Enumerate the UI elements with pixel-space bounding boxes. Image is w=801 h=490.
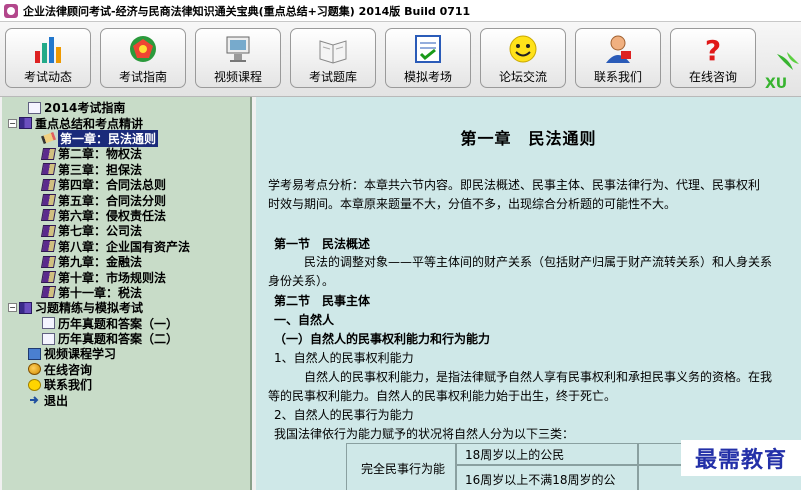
paragraph: 自然人的民事权利能力，是指法律赋予自然人享有民事权利和承担民事义务的资格。在我 bbox=[304, 370, 773, 384]
tree-item-contact-us[interactable]: 联系我们 bbox=[2, 377, 250, 392]
tree-item-chapter-11[interactable]: 第十一章：税法 bbox=[2, 285, 250, 300]
item-title: 2、自然人的民事行为能力 bbox=[274, 408, 414, 422]
tree-item-chapter-5[interactable]: 第五章：合同法分则 bbox=[2, 192, 250, 208]
book-icon bbox=[19, 301, 32, 314]
question-icon: ? bbox=[670, 32, 756, 66]
svg-text:?: ? bbox=[705, 34, 721, 65]
document-icon bbox=[28, 101, 41, 114]
tree-item-exam-guide[interactable]: 2014考试指南 bbox=[2, 100, 250, 115]
paragraph: 民法的调整对象——平等主体间的财产关系（包括财产归属于财产流转关系）和人身关系 bbox=[304, 255, 773, 269]
tree-item-video-study[interactable]: 视频课程学习 bbox=[2, 346, 250, 361]
smiley-icon bbox=[28, 378, 41, 391]
tree-item-past-papers-2[interactable]: 历年真题和答案（二） bbox=[2, 331, 250, 346]
section-title: 第一节 民法概述 bbox=[274, 237, 371, 251]
video-course-button[interactable]: 视频课程 bbox=[195, 28, 281, 88]
subsection-title: 一、自然人 bbox=[274, 313, 335, 327]
tree-item-chapter-9[interactable]: 第九章：金融法 bbox=[2, 254, 250, 269]
svg-text:XU: XU bbox=[765, 76, 787, 90]
book-icon bbox=[40, 240, 57, 253]
online-consult-button[interactable]: ? 在线咨询 bbox=[670, 28, 756, 88]
exam-icon bbox=[385, 32, 471, 66]
intro-text: 时效与期间。本章原来题量不大，分值不多，出现综合分析题的可能性不大。 bbox=[268, 197, 677, 211]
tree-item-chapter-1[interactable]: 第一章：民法通则 bbox=[2, 129, 250, 147]
tree-item-chapter-10[interactable]: 第十章：市场规则法 bbox=[2, 269, 250, 285]
window-title: 企业法律顾问考试-经济与民商法律知识通关宝典(重点总结+习题集) 2014版 B… bbox=[23, 4, 471, 18]
paragraph: 身份关系）。 bbox=[268, 274, 335, 288]
table-cell: 16周岁以上不满18周岁的公 bbox=[456, 465, 638, 490]
toolbar: 考试动态 考试指南 视频课程 考试题库 模拟考场 论坛交流 联系我们 ? 在线咨… bbox=[0, 22, 801, 97]
document-icon bbox=[42, 332, 55, 345]
paragraph: 我国法律依行为能力赋予的状况将自然人分为以下三类： bbox=[274, 427, 575, 441]
table-cell: 18周岁以上的公民 bbox=[456, 443, 638, 465]
tree-item-chapter-4[interactable]: 第四章：合同法总则 bbox=[2, 177, 250, 192]
tree-item-chapter-8[interactable]: 第八章：企业国有资产法 bbox=[2, 239, 250, 254]
globe-icon bbox=[28, 363, 41, 376]
collapse-icon[interactable]: − bbox=[8, 118, 17, 128]
book-icon bbox=[40, 194, 57, 207]
tree-item-exit[interactable]: 退出 bbox=[2, 392, 250, 408]
tree-item-past-papers-1[interactable]: 历年真题和答案（一） bbox=[2, 315, 250, 331]
app-icon bbox=[4, 3, 18, 18]
paragraph: 等的民事权利能力。自然人的民事权利能力始于出生，终于死亡。 bbox=[268, 389, 617, 403]
forum-button[interactable]: 论坛交流 bbox=[480, 28, 566, 88]
question-bank-button[interactable]: 考试题库 bbox=[290, 28, 376, 88]
tree-item-chapter-6[interactable]: 第六章：侵权责任法 bbox=[2, 208, 250, 223]
tree-group-practice[interactable]: − 习题精练与模拟考试 bbox=[2, 300, 250, 315]
chart-icon bbox=[5, 32, 91, 66]
video-icon bbox=[195, 32, 281, 66]
tree-item-chapter-2[interactable]: 第二章：物权法 bbox=[2, 146, 250, 161]
book-icon bbox=[40, 209, 57, 222]
tree-item-chapter-3[interactable]: 第三章：担保法 bbox=[2, 162, 250, 177]
chapter-title: 第一章 民法通则 bbox=[460, 129, 597, 148]
collapse-icon[interactable]: − bbox=[8, 303, 17, 313]
intro-text: 学考易考点分析：本章共六节内容。即民法概述、民事主体、民事法律行为、代理、民事权… bbox=[268, 178, 761, 192]
mock-exam-button[interactable]: 模拟考场 bbox=[385, 28, 471, 88]
book-icon bbox=[40, 178, 57, 191]
exam-guide-button[interactable]: 考试指南 bbox=[100, 28, 186, 88]
book-icon bbox=[40, 224, 57, 237]
document-icon bbox=[42, 317, 55, 330]
watermark: 最需教育 bbox=[681, 440, 801, 476]
tree-group-key-summary[interactable]: − 重点总结和考点精讲 bbox=[2, 115, 250, 131]
title-bar: 企业法律顾问考试-经济与民商法律知识通关宝典(重点总结+习题集) 2014版 B… bbox=[0, 0, 801, 22]
contact-icon bbox=[575, 32, 661, 66]
exam-news-button[interactable]: 考试动态 bbox=[5, 28, 91, 88]
book-icon bbox=[40, 255, 57, 268]
brand-logo-fragment: XU bbox=[763, 50, 801, 92]
pencil-icon bbox=[41, 132, 56, 145]
chapter-content: 第一章 民法通则 学考易考点分析：本章共六节内容。即民法概述、民事主体、民事法律… bbox=[256, 97, 801, 490]
book-icon bbox=[40, 163, 57, 176]
subsection-title: （一）自然人的民事权利能力和行为能力 bbox=[274, 332, 491, 346]
navigation-tree: 2014考试指南 − 重点总结和考点精讲 第一章：民法通则 第二章：物权法 第三… bbox=[2, 97, 252, 490]
smiley-icon bbox=[480, 32, 566, 66]
table-cell: 完全民事行为能 bbox=[346, 443, 456, 490]
book-icon bbox=[19, 117, 32, 130]
item-title: 1、自然人的民事权利能力 bbox=[274, 351, 414, 365]
tree-item-online-consult[interactable]: 在线咨询 bbox=[2, 362, 250, 377]
tree-item-chapter-7[interactable]: 第七章：公司法 bbox=[2, 223, 250, 238]
book-icon bbox=[40, 286, 57, 299]
book-icon bbox=[40, 270, 57, 283]
pentagon-icon bbox=[100, 32, 186, 66]
contact-us-button[interactable]: 联系我们 bbox=[575, 28, 661, 88]
book-icon bbox=[290, 32, 376, 66]
exit-icon bbox=[28, 394, 41, 406]
monitor-icon bbox=[28, 347, 41, 360]
section-title: 第二节 民事主体 bbox=[274, 294, 371, 308]
book-icon bbox=[40, 147, 57, 160]
